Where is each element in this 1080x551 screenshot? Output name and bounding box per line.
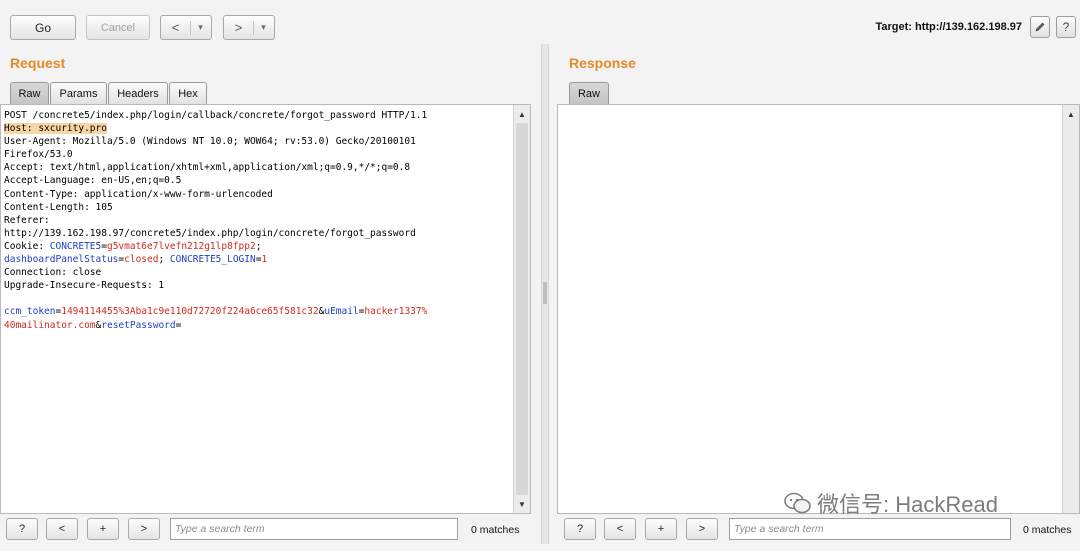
line-text: Upgrade-Insecure-Requests: 1 bbox=[4, 280, 165, 292]
request-line: Firefox/53.0 bbox=[4, 148, 512, 161]
help-button[interactable]: ? bbox=[1056, 16, 1076, 38]
divider-grip-icon[interactable] bbox=[543, 282, 547, 304]
pencil-icon bbox=[1035, 22, 1045, 32]
split-separator bbox=[189, 20, 191, 35]
request-line: ccm_token=1494114455%3Aba1c9e110d72720f2… bbox=[4, 305, 512, 318]
line-text: User-Agent: Mozilla/5.0 (Windows NT 10.0… bbox=[4, 136, 416, 148]
line-text: = bbox=[175, 319, 182, 331]
response-prev-button[interactable]: < bbox=[604, 518, 636, 540]
line-text: Accept: text/html,application/xhtml+xml,… bbox=[4, 162, 411, 174]
param-name: ccm_token bbox=[4, 306, 56, 318]
param-value: 1 bbox=[261, 254, 268, 266]
tab-request-raw[interactable]: Raw bbox=[10, 82, 49, 104]
request-line: Accept-Language: en-US,en;q=0.5 bbox=[4, 174, 512, 187]
line-text: http://139.162.198.97/concrete5/index.ph… bbox=[4, 227, 416, 239]
param-value: closed bbox=[124, 254, 159, 266]
param-name: uEmail bbox=[324, 306, 359, 318]
tab-request-params[interactable]: Params bbox=[50, 82, 107, 104]
request-help-button[interactable]: ? bbox=[6, 518, 38, 540]
pane-divider[interactable] bbox=[541, 44, 549, 544]
back-button[interactable]: < ▾ bbox=[160, 15, 212, 40]
go-button[interactable]: Go bbox=[10, 15, 76, 40]
param-name: resetPassword bbox=[101, 319, 176, 331]
request-add-button[interactable]: + bbox=[87, 518, 119, 540]
tab-request-headers[interactable]: Headers bbox=[108, 82, 168, 104]
line-text: Cookie: bbox=[4, 240, 50, 252]
edit-target-button[interactable] bbox=[1030, 16, 1050, 38]
forward-arrow-icon: > bbox=[234, 20, 243, 35]
target-label: Target: http://139.162.198.97 bbox=[875, 21, 1022, 33]
split-separator bbox=[252, 20, 254, 35]
scroll-up-icon[interactable]: ▲ bbox=[1063, 107, 1079, 121]
request-line: Cookie: CONCRETE5=g5vmat6e7lvefn212g1lp8… bbox=[4, 240, 512, 253]
request-editor[interactable]: POST /concrete5/index.php/login/callback… bbox=[0, 104, 531, 514]
param-value: 40mailinator.com bbox=[4, 319, 96, 331]
request-line: Referer: bbox=[4, 214, 512, 227]
param-name: dashboardPanelStatus bbox=[4, 254, 119, 266]
forward-menu-icon[interactable]: ▾ bbox=[257, 22, 271, 33]
request-scrollbar[interactable]: ▲ ▼ bbox=[513, 105, 530, 513]
request-prev-button[interactable]: < bbox=[46, 518, 78, 540]
param-value: g5vmat6e7lvefn212g1lp8fpp2 bbox=[106, 240, 256, 252]
response-search-input[interactable] bbox=[729, 518, 1011, 540]
line-text: Content-Type: application/x-www-form-url… bbox=[4, 188, 273, 200]
request-search-input[interactable] bbox=[170, 518, 458, 540]
request-line: POST /concrete5/index.php/login/callback… bbox=[4, 109, 512, 122]
response-editor[interactable]: ▲ bbox=[557, 104, 1080, 514]
param-value: 1494114455%3Aba1c9e110d72720f224a6ce65f5… bbox=[61, 306, 319, 318]
line-text: Connection: close bbox=[4, 267, 102, 279]
request-text[interactable]: POST /concrete5/index.php/login/callback… bbox=[4, 109, 512, 332]
request-line: Content-Length: 105 bbox=[4, 201, 512, 214]
tab-response-raw[interactable]: Raw bbox=[569, 82, 609, 104]
request-next-button[interactable]: > bbox=[128, 518, 160, 540]
line-text: Accept-Language: en-US,en;q=0.5 bbox=[4, 175, 182, 187]
watermark-text: 微信号: HackRead bbox=[817, 492, 998, 517]
line-text: Content-Length: 105 bbox=[4, 201, 113, 213]
request-title: Request bbox=[10, 55, 66, 71]
response-add-button[interactable]: + bbox=[645, 518, 677, 540]
scroll-up-icon[interactable]: ▲ bbox=[514, 107, 530, 121]
request-line: Upgrade-Insecure-Requests: 1 bbox=[4, 279, 512, 292]
response-next-button[interactable]: > bbox=[686, 518, 718, 540]
scroll-down-icon[interactable]: ▼ bbox=[514, 497, 530, 511]
line-text: ; bbox=[158, 254, 170, 266]
tab-request-hex[interactable]: Hex bbox=[169, 82, 207, 104]
cancel-button[interactable]: Cancel bbox=[86, 15, 150, 40]
param-name: CONCRETE5_LOGIN bbox=[169, 254, 256, 266]
response-match-count: 0 matches bbox=[1023, 524, 1072, 536]
forward-button[interactable]: > ▾ bbox=[223, 15, 275, 40]
request-line bbox=[4, 292, 512, 305]
back-arrow-icon: < bbox=[171, 20, 180, 35]
wechat-watermark: 微信号: HackRead bbox=[783, 487, 998, 519]
line-text: Firefox/53.0 bbox=[4, 149, 73, 161]
line-text: ; bbox=[255, 240, 262, 252]
response-title: Response bbox=[569, 55, 636, 71]
request-line: dashboardPanelStatus=closed; CONCRETE5_L… bbox=[4, 253, 512, 266]
request-line: User-Agent: Mozilla/5.0 (Windows NT 10.0… bbox=[4, 135, 512, 148]
request-match-count: 0 matches bbox=[471, 524, 520, 536]
request-line: Content-Type: application/x-www-form-url… bbox=[4, 188, 512, 201]
line-text: POST /concrete5/index.php/login/callback… bbox=[4, 110, 428, 121]
request-line: Connection: close bbox=[4, 266, 512, 279]
param-value: hacker1337% bbox=[364, 306, 428, 318]
back-menu-icon[interactable]: ▾ bbox=[194, 22, 208, 33]
scroll-thumb[interactable] bbox=[516, 123, 528, 495]
response-help-button[interactable]: ? bbox=[564, 518, 596, 540]
request-line: 40mailinator.com&resetPassword= bbox=[4, 319, 512, 332]
line-text: Host: sxcurity.pro bbox=[4, 123, 107, 135]
request-line: Host: sxcurity.pro bbox=[4, 122, 512, 135]
param-name: CONCRETE5 bbox=[49, 240, 102, 252]
wechat-icon bbox=[784, 492, 811, 514]
line-text: Referer: bbox=[4, 214, 50, 226]
request-line: http://139.162.198.97/concrete5/index.ph… bbox=[4, 227, 512, 240]
request-line: Accept: text/html,application/xhtml+xml,… bbox=[4, 161, 512, 174]
response-scrollbar[interactable]: ▲ bbox=[1062, 105, 1079, 513]
